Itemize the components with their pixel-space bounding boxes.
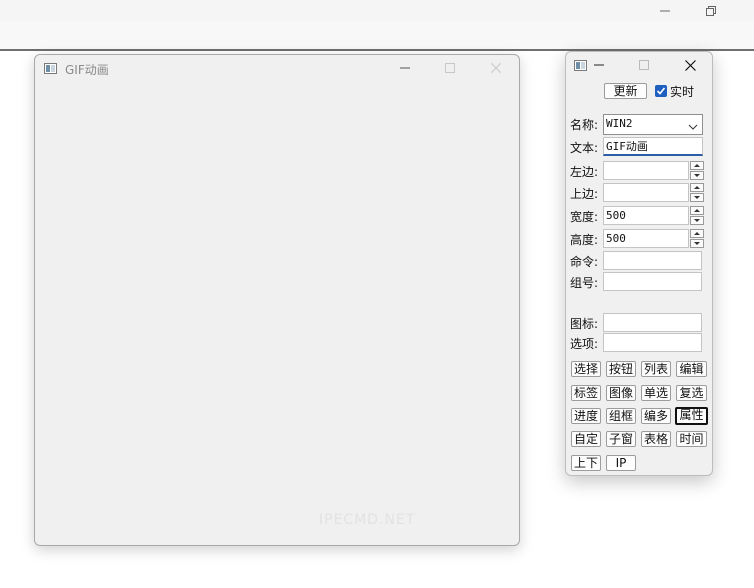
check-icon: [656, 87, 666, 95]
table-control-button[interactable]: 表格: [641, 431, 671, 447]
realtime-checkbox[interactable]: [655, 85, 667, 97]
ip-control-button[interactable]: IP: [606, 455, 636, 471]
width-label: 宽度:: [570, 210, 599, 224]
host-restore-icon[interactable]: [700, 2, 722, 20]
icon-field[interactable]: [603, 313, 702, 332]
width-spinner[interactable]: [690, 206, 704, 225]
chevron-down-icon: [688, 119, 698, 134]
panel-close-icon[interactable]: [679, 56, 701, 74]
radio-control-button[interactable]: 单选: [641, 385, 671, 401]
group-label: 组号:: [570, 276, 599, 290]
command-label: 命令:: [570, 255, 599, 269]
top-spinner[interactable]: [690, 183, 704, 202]
watermark: IPECMD.NET: [319, 512, 416, 528]
gif-window[interactable]: GIF动画 IPECMD.NET: [34, 54, 520, 546]
label-control-button[interactable]: 标签: [571, 385, 601, 401]
panel-app-icon: [574, 60, 587, 71]
top-field[interactable]: [603, 183, 689, 202]
text-field[interactable]: GIF动画: [603, 137, 703, 156]
window-app-icon: [44, 63, 57, 74]
icon-label: 图标:: [570, 317, 599, 331]
left-spinner[interactable]: [690, 161, 704, 180]
button-control-button[interactable]: 按钮: [606, 361, 636, 377]
gif-maximize-icon[interactable]: [439, 59, 461, 77]
edit-control-button[interactable]: 编辑: [676, 361, 707, 377]
height-field[interactable]: 500: [603, 229, 689, 248]
update-button[interactable]: 更新: [604, 83, 647, 99]
text-label: 文本:: [570, 141, 599, 155]
gif-minimize-icon[interactable]: [394, 59, 416, 77]
top-label: 上边:: [570, 187, 599, 201]
panel-maximize-icon[interactable]: [633, 56, 655, 74]
host-minimize-icon[interactable]: [654, 2, 676, 20]
panel-minimize-icon[interactable]: [588, 56, 610, 74]
host-toolbar: [0, 22, 754, 51]
time-control-button[interactable]: 时间: [676, 431, 707, 447]
left-field[interactable]: [603, 161, 689, 180]
options-field[interactable]: [603, 333, 702, 352]
realtime-label: 实时: [670, 85, 695, 99]
height-label: 高度:: [570, 233, 599, 247]
select-control-button[interactable]: 选择: [571, 361, 601, 377]
checkbox-control-button[interactable]: 复选: [676, 385, 707, 401]
custom-control-button[interactable]: 自定: [571, 431, 601, 447]
list-control-button[interactable]: 列表: [641, 361, 671, 377]
name-select-value: WIN2: [606, 117, 633, 130]
width-field[interactable]: 500: [603, 206, 689, 225]
multiedit-control-button[interactable]: 编多: [641, 408, 671, 424]
progress-control-button[interactable]: 进度: [571, 408, 601, 424]
properties-control-button[interactable]: 属性: [675, 407, 708, 425]
group-field[interactable]: [603, 272, 702, 291]
child-window-control-button[interactable]: 子窗: [606, 431, 636, 447]
options-label: 选项:: [570, 337, 599, 351]
command-field[interactable]: [603, 251, 702, 270]
properties-panel[interactable]: 更新 实时 名称: WIN2 文本: GIF动画 左边: 上边: 宽度: 500…: [565, 51, 713, 476]
gif-close-icon[interactable]: [485, 59, 507, 77]
host-title-bar: [0, 0, 754, 22]
groupbox-control-button[interactable]: 组框: [606, 408, 636, 424]
left-label: 左边:: [570, 165, 599, 179]
name-label: 名称:: [570, 118, 599, 132]
gif-window-title: GIF动画: [65, 63, 109, 77]
updown-control-button[interactable]: 上下: [571, 455, 601, 471]
name-select[interactable]: WIN2: [603, 114, 703, 135]
height-spinner[interactable]: [690, 229, 704, 248]
image-control-button[interactable]: 图像: [606, 385, 636, 401]
